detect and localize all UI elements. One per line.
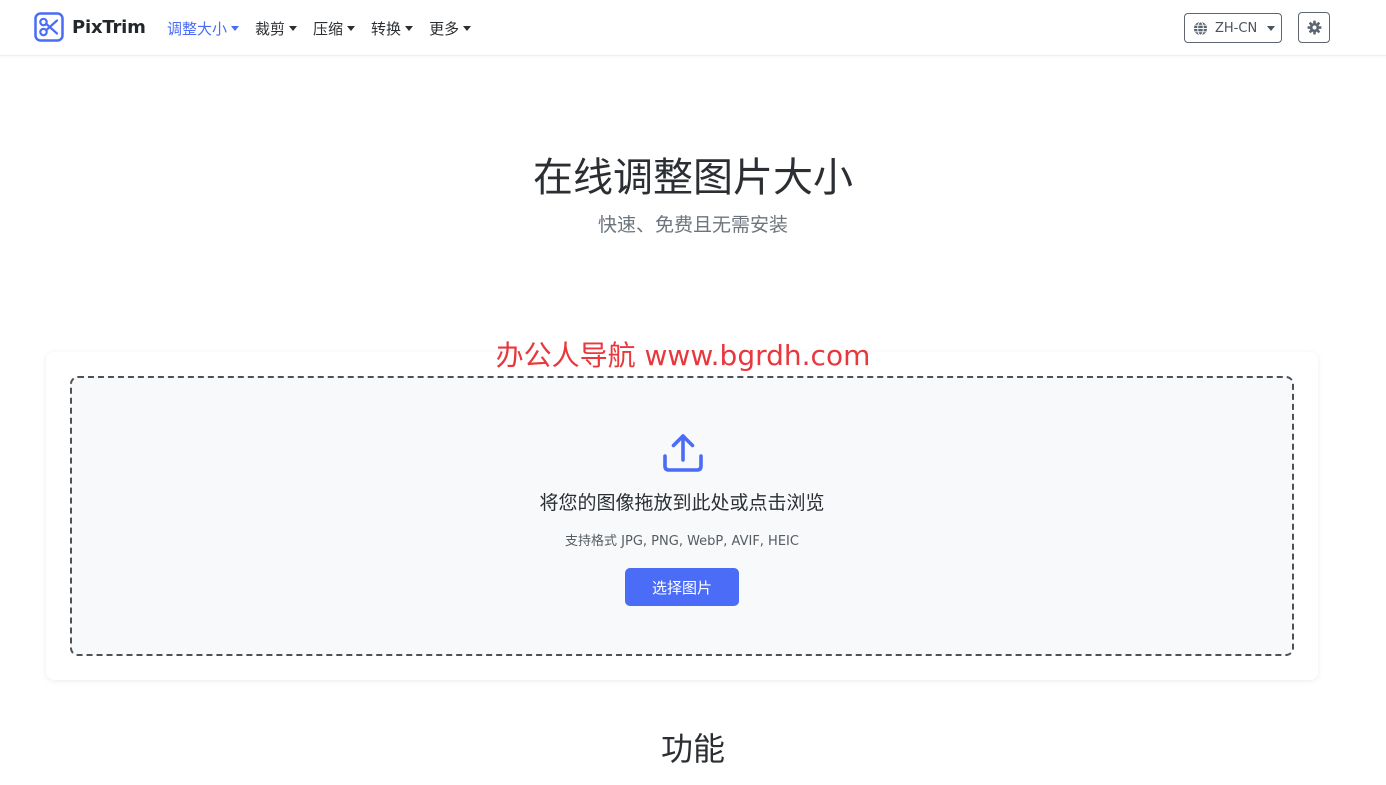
caret-down-icon (289, 25, 298, 31)
dropzone-instruction: 将您的图像拖放到此处或点击浏览 (539, 492, 825, 514)
scissors-icon (34, 12, 64, 42)
brand-name: PixTrim (72, 16, 146, 38)
main-nav-menu: 调整大小 裁剪 压缩 转换 更多 (167, 0, 487, 56)
features-heading: 功能 (660, 730, 725, 768)
nav-item-resize[interactable]: 调整大小 (167, 18, 240, 39)
language-label: ZH-CN (1215, 20, 1258, 36)
upload-icon (663, 434, 703, 472)
page-title: 在线调整图片大小 (533, 155, 853, 201)
watermark-text: 办公人导航 www.bgrdh.com (495, 339, 871, 372)
language-selector[interactable]: ZH-CN (1184, 13, 1282, 43)
nav-item-label: 更多 (429, 19, 460, 38)
upload-card: 将您的图像拖放到此处或点击浏览 支持格式 JPG, PNG, WebP, AVI… (46, 352, 1318, 680)
choose-image-button[interactable]: 选择图片 (625, 568, 739, 606)
nav-item-label: 裁剪 (255, 19, 286, 38)
globe-icon (1193, 20, 1208, 36)
caret-down-icon (1267, 25, 1276, 31)
caret-down-icon (347, 25, 356, 31)
caret-down-icon (231, 25, 240, 31)
settings-button[interactable] (1298, 12, 1330, 43)
nav-item-convert[interactable]: 转换 (371, 18, 414, 39)
image-dropzone[interactable]: 将您的图像拖放到此处或点击浏览 支持格式 JPG, PNG, WebP, AVI… (70, 376, 1294, 656)
nav-item-label: 压缩 (313, 19, 344, 38)
gear-icon (1307, 20, 1321, 35)
caret-down-icon (405, 25, 414, 31)
nav-item-label: 调整大小 (167, 19, 228, 38)
supported-formats: 支持格式 JPG, PNG, WebP, AVIF, HEIC (565, 534, 799, 549)
nav-item-crop[interactable]: 裁剪 (255, 18, 298, 39)
nav-item-compress[interactable]: 压缩 (313, 18, 356, 39)
nav-item-more[interactable]: 更多 (429, 18, 472, 39)
page-subtitle: 快速、免费且无需安装 (597, 214, 788, 236)
caret-down-icon (463, 25, 472, 31)
brand-link[interactable]: PixTrim (34, 12, 146, 42)
top-navbar: PixTrim 调整大小 裁剪 压缩 转换 更多 ZH-CN (0, 0, 1386, 56)
nav-item-label: 转换 (371, 19, 402, 38)
